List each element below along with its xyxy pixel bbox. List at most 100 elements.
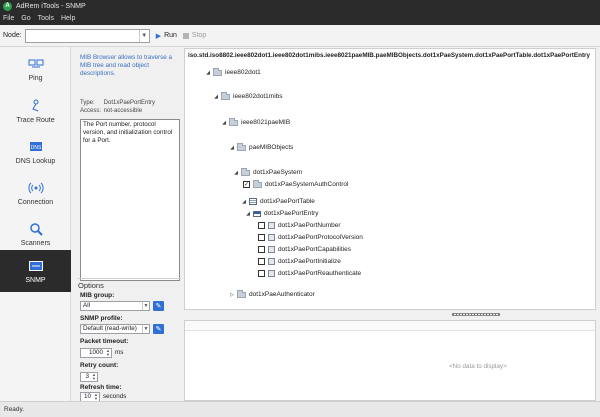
folder-icon bbox=[221, 91, 230, 100]
expand-icon[interactable]: ▷ bbox=[229, 292, 235, 298]
checkbox-checked[interactable]: ✓ bbox=[243, 181, 250, 188]
snmp-profile-select[interactable]: Default (read-write) ▼ bbox=[80, 324, 150, 334]
sidebar-item-connection[interactable]: Connection bbox=[0, 173, 71, 213]
collapse-icon[interactable]: ◢ bbox=[221, 120, 227, 126]
folder-icon bbox=[237, 142, 246, 151]
menu-go[interactable]: Go bbox=[21, 15, 30, 22]
description-box[interactable]: The Port number, protocol version, and i… bbox=[80, 119, 180, 281]
packet-timeout-value: 1000 bbox=[88, 349, 103, 356]
mib-group-value: All bbox=[83, 302, 90, 309]
tree-node-label: dot1xPaePortTable bbox=[260, 198, 315, 205]
sidebar-item-scanners[interactable]: Scanners bbox=[0, 214, 71, 254]
dns-icon: DNS bbox=[28, 140, 44, 154]
app-logo-icon: A bbox=[3, 1, 12, 11]
collapse-icon[interactable]: ◢ bbox=[229, 145, 235, 151]
collapse-icon[interactable]: ◢ bbox=[241, 199, 247, 205]
edit-snmp-profile-button[interactable]: ✎ bbox=[153, 324, 164, 334]
leaf-icon bbox=[268, 222, 275, 229]
panel-splitter[interactable] bbox=[184, 310, 596, 320]
folder-icon bbox=[253, 179, 262, 188]
tree-node-dot1xPaePortProtocolVersion[interactable]: dot1xPaePortProtocolVersion bbox=[258, 234, 363, 241]
tree-node-label: dot1xPaePortNumber bbox=[278, 222, 341, 229]
sidebar-item-label: Scanners bbox=[20, 239, 51, 247]
checkbox[interactable] bbox=[258, 246, 265, 253]
tree-node-label: ieee802dot1 bbox=[225, 69, 261, 76]
tree-node-dot1xPaePortEntry[interactable]: ◢ dot1xPaePortEntry bbox=[245, 210, 319, 217]
connection-icon bbox=[27, 181, 44, 195]
checkbox[interactable] bbox=[258, 222, 265, 229]
menu-tools[interactable]: Tools bbox=[38, 15, 54, 22]
access-row: Access: not-accessible bbox=[80, 108, 142, 114]
collapse-icon[interactable]: ◢ bbox=[205, 70, 211, 76]
retry-count-value: 3 bbox=[85, 373, 89, 380]
sidebar: Ping Trace Route DNS DNS Lookup Connecti… bbox=[0, 47, 71, 401]
node-input[interactable]: ▼ bbox=[24, 28, 150, 43]
toolbar: Node: ▼ ▶ Run Stop bbox=[0, 25, 600, 47]
tree-node-label: dot1xPaePortProtocolVersion bbox=[278, 234, 363, 241]
snmp-icon bbox=[28, 259, 44, 273]
refresh-time-label: Refresh time: bbox=[80, 384, 122, 391]
collapse-icon[interactable]: ◢ bbox=[213, 94, 219, 100]
snmp-profile-value: Default (read-write) bbox=[83, 325, 137, 332]
splitter-grip-icon[interactable] bbox=[452, 313, 500, 316]
sidebar-item-trace-route[interactable]: Trace Route bbox=[0, 91, 71, 131]
tree-node-dot1xPaeSystemAuthControl[interactable]: ✓ dot1xPaeSystemAuthControl bbox=[243, 179, 348, 188]
play-icon: ▶ bbox=[155, 32, 162, 40]
folder-icon bbox=[213, 67, 222, 76]
tree-node-dot1xPaePortCapabilities[interactable]: dot1xPaePortCapabilities bbox=[258, 246, 351, 253]
spinner-arrows-icon[interactable]: ▲ ▼ bbox=[105, 349, 111, 357]
access-label: Access: bbox=[80, 108, 102, 114]
mib-browser-intro: MIB Browser allows to traverse a MIB tre… bbox=[80, 54, 173, 77]
status-text: Ready. bbox=[4, 406, 25, 413]
results-header bbox=[185, 321, 595, 331]
tree-node-dot1xPaePortTable[interactable]: ◢ dot1xPaePortTable bbox=[241, 198, 315, 205]
tree-node-dot1xPaePortReauthenticate[interactable]: dot1xPaePortReauthenticate bbox=[258, 270, 361, 277]
run-button[interactable]: ▶ Run bbox=[156, 32, 177, 40]
tree-node-dot1xPaeAuthenticator[interactable]: ▷ dot1xPaeAuthenticator bbox=[229, 289, 315, 298]
chevron-down-icon[interactable]: ▼ bbox=[138, 29, 149, 42]
tree-node-ieee8021paeMIB[interactable]: ◢ ieee8021paeMIB bbox=[221, 117, 291, 126]
tree-node-dot1xPaeSystem[interactable]: ◢ dot1xPaeSystem bbox=[233, 167, 302, 176]
menu-file[interactable]: File bbox=[3, 15, 14, 22]
menu-help[interactable]: Help bbox=[61, 15, 75, 22]
sidebar-item-dns-lookup[interactable]: DNS DNS Lookup bbox=[0, 132, 71, 172]
tree-node-label: ieee8021paeMIB bbox=[241, 119, 291, 126]
sidebar-item-snmp[interactable]: SNMP bbox=[0, 250, 71, 292]
folder-icon bbox=[237, 289, 246, 298]
results-empty-text: <No data to display> bbox=[449, 363, 507, 370]
checkbox[interactable] bbox=[258, 234, 265, 241]
collapse-icon[interactable]: ◢ bbox=[233, 170, 239, 176]
svg-text:DNS: DNS bbox=[30, 145, 41, 151]
stop-button[interactable]: Stop bbox=[182, 32, 206, 39]
collapse-icon[interactable]: ◢ bbox=[245, 211, 251, 217]
pencil-icon: ✎ bbox=[155, 326, 162, 333]
run-label: Run bbox=[164, 32, 177, 39]
tree-node-dot1xPaePortInitialize[interactable]: dot1xPaePortInitialize bbox=[258, 258, 341, 265]
title-bar: A AdRem iTools - SNMP bbox=[0, 0, 600, 12]
spinner-arrows-icon[interactable]: ▲ ▼ bbox=[91, 373, 97, 381]
refresh-time-unit: seconds bbox=[103, 393, 127, 400]
checkbox[interactable] bbox=[258, 270, 265, 277]
checkbox[interactable] bbox=[258, 258, 265, 265]
access-value: not-accessible bbox=[103, 108, 143, 114]
retry-count-input[interactable]: 3 ▲ ▼ bbox=[80, 372, 98, 382]
tree-node-ieee802dot1[interactable]: ◢ ieee802dot1 bbox=[205, 67, 261, 76]
edit-mib-group-button[interactable]: ✎ bbox=[153, 301, 164, 311]
window-title: AdRem iTools - SNMP bbox=[16, 2, 86, 10]
tree-node-label: paeMIBObjects bbox=[249, 144, 294, 151]
spinner-arrows-icon[interactable]: ▲ ▼ bbox=[93, 393, 99, 401]
packet-timeout-input[interactable]: 1000 ▲ ▼ bbox=[80, 348, 112, 358]
leaf-icon bbox=[268, 258, 275, 265]
tree-node-ieee802dot1mibs[interactable]: ◢ ieee802dot1mibs bbox=[213, 91, 283, 100]
mib-group-select[interactable]: All ▼ bbox=[80, 301, 150, 311]
tree-node-paeMIBObjects[interactable]: ◢ paeMIBObjects bbox=[229, 142, 294, 151]
tree-node-label: dot1xPaePortInitialize bbox=[278, 258, 341, 265]
retry-count-label: Retry count: bbox=[80, 362, 119, 369]
sidebar-item-ping[interactable]: Ping bbox=[0, 49, 71, 89]
results-panel: <No data to display> bbox=[184, 320, 596, 401]
leaf-icon bbox=[268, 270, 275, 277]
tree-node-dot1xPaePortNumber[interactable]: dot1xPaePortNumber bbox=[258, 222, 341, 229]
chevron-down-icon: ▼ bbox=[142, 325, 149, 333]
sidebar-item-label: DNS Lookup bbox=[15, 157, 56, 165]
ping-icon bbox=[28, 57, 44, 71]
